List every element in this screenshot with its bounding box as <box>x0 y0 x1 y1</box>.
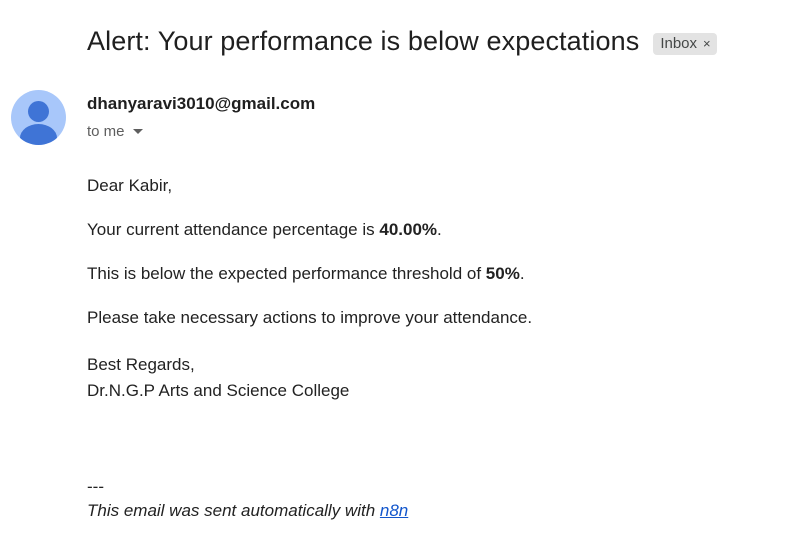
footer-note-text: This email was sent automatically with <box>87 501 380 520</box>
footer-separator: --- <box>87 477 104 496</box>
recipient-label: to me <box>87 123 125 140</box>
caret-down-icon[interactable] <box>132 129 143 134</box>
threshold-line: This is below the expected performance t… <box>87 264 787 308</box>
inbox-label-chip[interactable]: Inbox × <box>653 32 717 55</box>
attendance-value: 40.00% <box>379 220 438 239</box>
sender-email[interactable]: dhanyaravi3010@gmail.com <box>87 94 315 114</box>
greeting-line: Dear Kabir, <box>87 176 173 195</box>
n8n-link[interactable]: n8n <box>380 501 408 520</box>
threshold-period: . <box>519 264 525 283</box>
threshold-value: 50% <box>485 264 520 283</box>
footer-note: This email was sent automatically with n… <box>87 498 408 524</box>
signature-line: Dr.N.G.P Arts and Science College <box>87 381 350 400</box>
avatar-body-shape <box>20 124 57 145</box>
avatar-head-shape <box>28 101 49 122</box>
inbox-label-text: Inbox <box>660 34 698 52</box>
attendance-period: . <box>437 220 442 239</box>
attendance-line: Your current attendance percentage is 40… <box>87 220 787 264</box>
email-footer: --- This email was sent automatically wi… <box>87 476 408 524</box>
closing-line: Best Regards, <box>87 355 195 374</box>
remove-label-icon[interactable]: × <box>703 36 711 51</box>
subject-row: Alert: Your performance is below expecta… <box>87 26 717 57</box>
threshold-text: This is below the expected performance t… <box>87 264 486 283</box>
message-body: Dear Kabir, Your current attendance perc… <box>87 176 787 404</box>
recipient-details-toggle[interactable]: to me <box>87 123 143 140</box>
email-subject: Alert: Your performance is below expecta… <box>87 26 640 56</box>
action-line: Please take necessary actions to improve… <box>87 308 533 327</box>
sender-avatar[interactable] <box>11 90 66 145</box>
attendance-text: Your current attendance percentage is <box>87 220 380 239</box>
